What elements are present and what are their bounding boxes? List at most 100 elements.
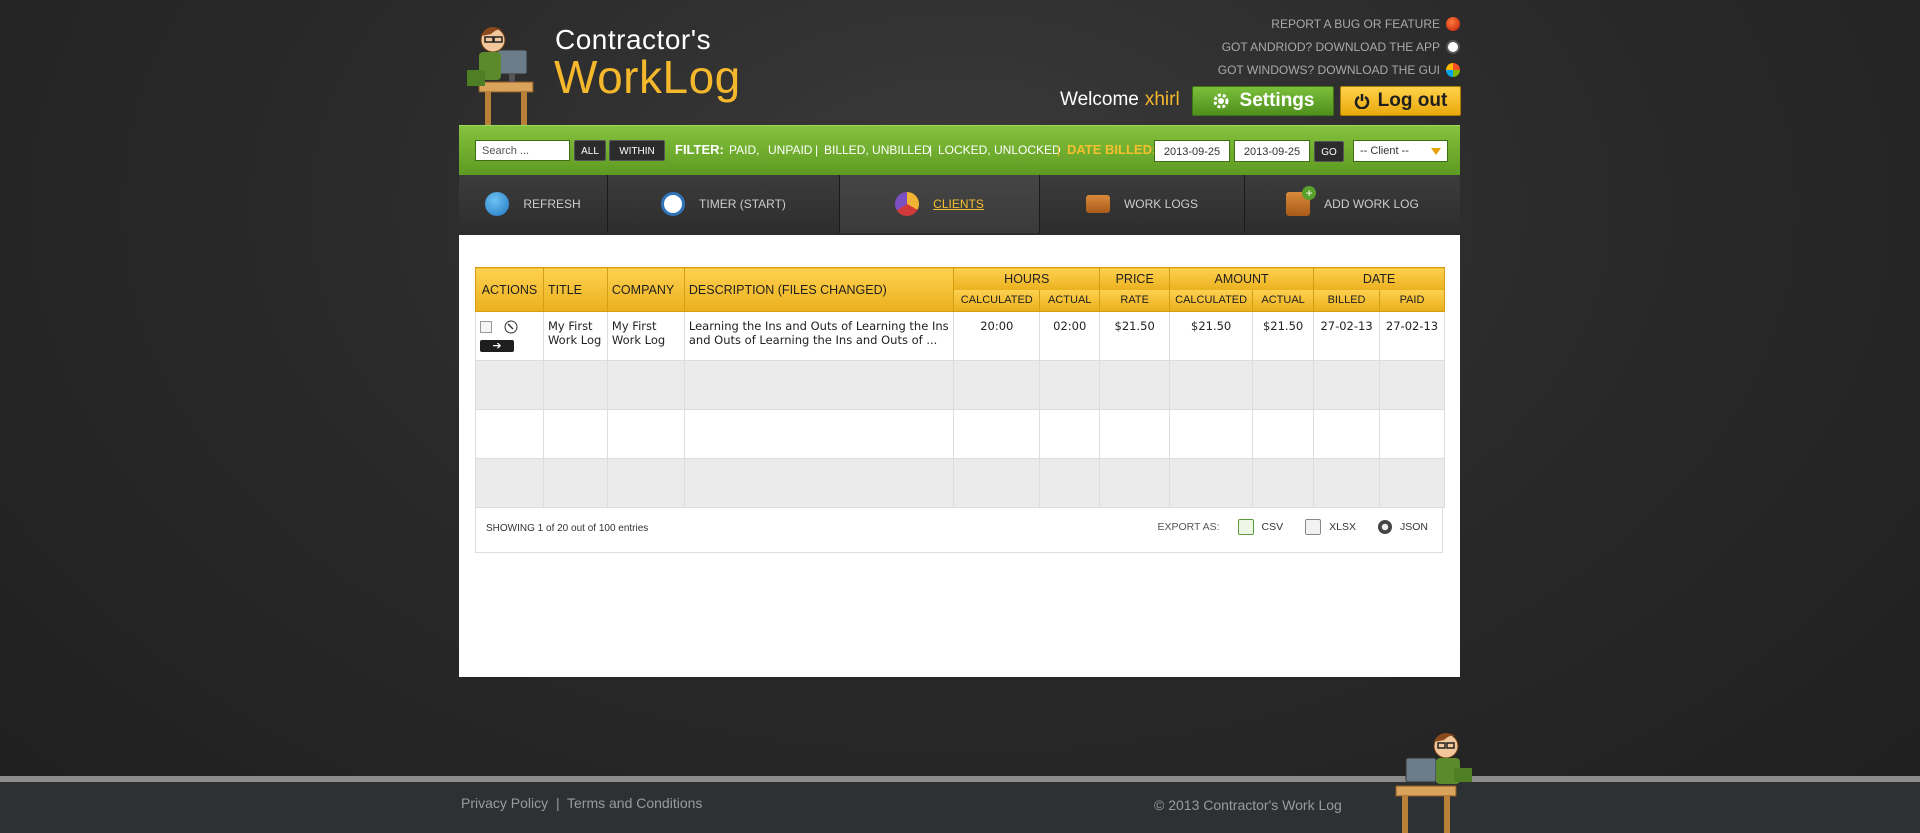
cell-rate: $21.50 bbox=[1099, 311, 1171, 361]
logout-button[interactable]: Log out bbox=[1340, 86, 1461, 116]
col-date-billed[interactable]: BILLED bbox=[1313, 289, 1381, 312]
tab-add-work-log-label: ADD WORK LOG bbox=[1324, 197, 1419, 211]
bug-icon bbox=[1446, 16, 1460, 31]
col-description[interactable]: DESCRIPTION (FILES CHANGED) bbox=[683, 267, 955, 312]
col-hours-calculated[interactable]: CALCULATED bbox=[953, 289, 1041, 312]
android-app-label: GOT ANDRIOD? DOWNLOAD THE APP bbox=[1221, 39, 1440, 54]
power-icon bbox=[1354, 94, 1369, 109]
tab-add-work-log[interactable]: + ADD WORK LOG bbox=[1245, 175, 1460, 233]
cell-billed: 27-02-13 bbox=[1313, 311, 1381, 361]
contractor-mascot-icon bbox=[467, 27, 534, 127]
export-csv-link[interactable]: CSV bbox=[1262, 521, 1284, 533]
report-bug-link[interactable]: REPORT A BUG OR FEATURE bbox=[1218, 12, 1460, 35]
xlsx-file-icon bbox=[1305, 519, 1322, 535]
go-button[interactable]: GO bbox=[1314, 141, 1344, 162]
logo-line-2: WorkLog bbox=[554, 51, 741, 103]
cell-amount-actual: $21.50 bbox=[1252, 311, 1315, 361]
tab-timer-label: TIMER (START) bbox=[699, 197, 786, 211]
privacy-policy-link[interactable]: Privacy Policy bbox=[461, 795, 548, 811]
col-price: PRICE bbox=[1099, 267, 1171, 290]
table-row bbox=[475, 458, 1445, 508]
logo[interactable]: Contractor's WorkLog bbox=[459, 20, 759, 130]
settings-button[interactable]: Settings bbox=[1192, 86, 1334, 116]
export-json-link[interactable]: JSON bbox=[1400, 521, 1428, 533]
content-panel: ACTIONS TITLE COMPANY DESCRIPTION (FILES… bbox=[459, 235, 1460, 677]
refresh-icon bbox=[485, 192, 510, 216]
android-app-link[interactable]: GOT ANDRIOD? DOWNLOAD THE APP bbox=[1218, 35, 1460, 58]
welcome-label: Welcome bbox=[1060, 89, 1139, 110]
report-bug-label: REPORT A BUG OR FEATURE bbox=[1271, 16, 1440, 31]
gear-icon bbox=[1213, 93, 1229, 109]
tab-work-logs-label: WORK LOGS bbox=[1123, 197, 1198, 211]
cell-company: My First Work Log bbox=[606, 311, 685, 361]
windows-icon bbox=[1446, 62, 1460, 77]
footer bbox=[0, 782, 1920, 833]
col-amount-actual[interactable]: ACTUAL bbox=[1252, 289, 1315, 312]
col-amount-calculated[interactable]: CALCULATED bbox=[1169, 289, 1254, 312]
entries-count: SHOWING 1 of 20 out of 100 entries bbox=[486, 523, 649, 534]
filter-all-button[interactable]: ALL bbox=[574, 140, 606, 161]
col-hours: HOURS bbox=[953, 267, 1101, 290]
col-price-rate[interactable]: RATE bbox=[1099, 289, 1171, 312]
col-title[interactable]: TITLE bbox=[542, 267, 608, 312]
add-work-log-icon: + bbox=[1286, 186, 1317, 216]
filter-unpaid-link[interactable]: UNPAID bbox=[768, 143, 812, 157]
tab-work-logs[interactable]: WORK LOGS bbox=[1040, 175, 1245, 233]
worklog-table: ACTIONS TITLE COMPANY DESCRIPTION (FILES… bbox=[475, 267, 1445, 508]
filter-paid-link[interactable]: PAID, bbox=[729, 143, 759, 157]
footer-mascot-icon bbox=[1395, 733, 1472, 833]
table-row bbox=[475, 360, 1445, 410]
col-amount: AMOUNT bbox=[1169, 267, 1315, 290]
settings-label: Settings bbox=[1239, 90, 1315, 111]
export-xlsx-link[interactable]: XLSX bbox=[1329, 521, 1356, 533]
col-date: DATE bbox=[1313, 267, 1445, 290]
search-input[interactable]: Search ... bbox=[475, 140, 570, 161]
filter-within-button[interactable]: WITHIN bbox=[609, 140, 665, 161]
filter-label: FILTER: bbox=[675, 142, 724, 157]
tab-refresh[interactable]: REFRESH bbox=[459, 175, 608, 233]
table-footer: SHOWING 1 of 20 out of 100 entries EXPOR… bbox=[475, 507, 1443, 553]
filter-locked-link[interactable]: LOCKED, UNLOCKED bbox=[938, 143, 1061, 157]
filter-billed-link[interactable]: BILLED, UNBILLED bbox=[824, 143, 931, 157]
table-row bbox=[475, 409, 1445, 459]
json-file-icon bbox=[1377, 520, 1392, 534]
export-label: EXPORT AS: bbox=[1157, 521, 1220, 533]
welcome-text: Welcome xhirl bbox=[1060, 89, 1180, 111]
export-bar: EXPORT AS: CSV XLSX JSON bbox=[1157, 519, 1428, 535]
date-from-input[interactable]: 2013-09-25 bbox=[1154, 140, 1230, 162]
tab-timer[interactable]: TIMER (START) bbox=[608, 175, 840, 233]
filter-separator: | bbox=[1057, 143, 1061, 157]
row-checkbox[interactable] bbox=[480, 320, 492, 333]
cell-hours-calculated: 20:00 bbox=[953, 311, 1041, 361]
chevron-down-icon bbox=[1431, 148, 1441, 155]
terms-link[interactable]: Terms and Conditions bbox=[567, 795, 702, 811]
col-company[interactable]: COMPANY bbox=[606, 267, 685, 312]
col-hours-actual[interactable]: ACTUAL bbox=[1039, 289, 1101, 312]
nav-tabs: REFRESH TIMER (START) CLIENTS WORK LOGS … bbox=[459, 175, 1460, 235]
username[interactable]: xhirl bbox=[1145, 89, 1180, 110]
cell-amount-calculated: $21.50 bbox=[1169, 311, 1254, 361]
col-date-paid[interactable]: PAID bbox=[1379, 289, 1445, 312]
col-actions: ACTIONS bbox=[475, 267, 544, 312]
cell-hours-actual: 02:00 bbox=[1039, 311, 1101, 361]
tab-clients[interactable]: CLIENTS bbox=[840, 175, 1040, 233]
filter-separator: | bbox=[929, 143, 933, 157]
edit-icon[interactable] bbox=[504, 320, 518, 334]
windows-gui-label: GOT WINDOWS? DOWNLOAD THE GUI bbox=[1217, 62, 1440, 77]
table-row[interactable]: ➔ My First Work Log My First Work Log Le… bbox=[475, 311, 1445, 361]
arrow-right-icon[interactable]: ➔ bbox=[480, 339, 514, 352]
windows-gui-link[interactable]: GOT WINDOWS? DOWNLOAD THE GUI bbox=[1218, 58, 1460, 81]
cell-paid: 27-02-13 bbox=[1379, 311, 1445, 361]
top-links: REPORT A BUG OR FEATURE GOT ANDRIOD? DOW… bbox=[1218, 12, 1460, 81]
cell-title[interactable]: My First Work Log bbox=[542, 311, 608, 361]
row-actions: ➔ bbox=[475, 311, 544, 361]
client-select-value: -- Client -- bbox=[1360, 145, 1409, 157]
footer-separator: | bbox=[556, 795, 560, 811]
stopwatch-icon bbox=[661, 192, 686, 216]
tab-clients-label: CLIENTS bbox=[933, 197, 984, 211]
clients-icon bbox=[895, 192, 920, 216]
client-select[interactable]: -- Client -- bbox=[1353, 140, 1448, 162]
date-to-input[interactable]: 2013-09-25 bbox=[1234, 140, 1310, 162]
copyright-text: © 2013 Contractor's Work Log bbox=[1154, 797, 1342, 813]
briefcase-icon bbox=[1085, 195, 1110, 213]
